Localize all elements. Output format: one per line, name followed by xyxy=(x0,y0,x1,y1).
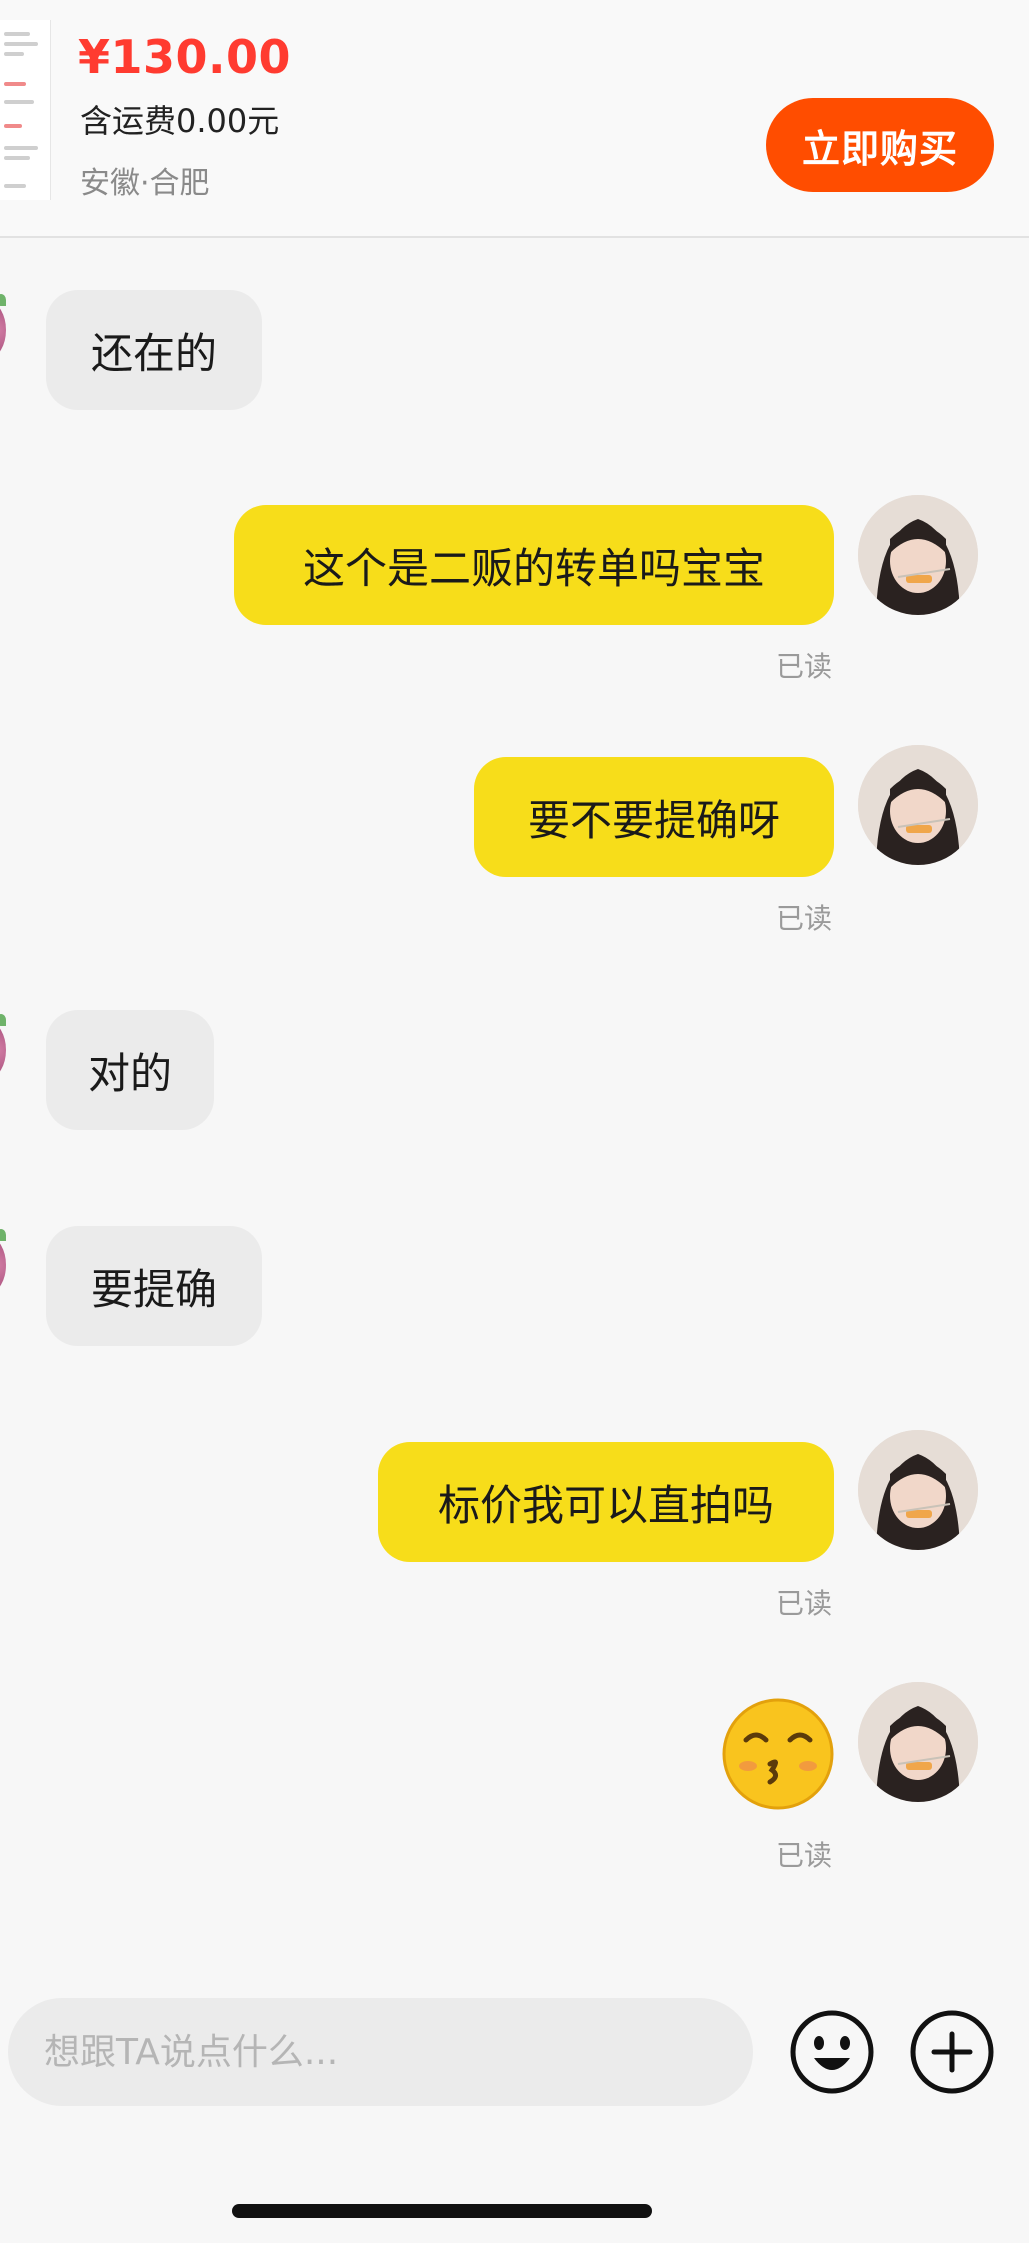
seller-avatar[interactable] xyxy=(0,294,6,358)
user-avatar-image xyxy=(858,745,978,865)
user-avatar-image xyxy=(858,1682,978,1802)
kissing-face-emoji-icon[interactable] xyxy=(720,1696,836,1812)
seller-avatar[interactable] xyxy=(0,1014,6,1078)
message-bubble-incoming[interactable]: 还在的 xyxy=(46,290,262,410)
read-receipt: 已读 xyxy=(776,1587,833,1620)
plus-circle-icon[interactable] xyxy=(908,2008,996,2096)
user-avatar-image xyxy=(858,1430,978,1550)
read-receipt: 已读 xyxy=(776,902,833,935)
message-bubble-outgoing[interactable]: 标价我可以直拍吗 xyxy=(378,1442,834,1562)
message-bubble-incoming[interactable]: 要提确 xyxy=(46,1226,262,1346)
buy-now-button[interactable]: 立即购买 xyxy=(766,98,994,192)
message-bubble-incoming[interactable]: 对的 xyxy=(46,1010,214,1130)
user-avatar[interactable] xyxy=(858,1682,978,1802)
shipping-info: 含运费0.00元 xyxy=(80,102,280,140)
home-indicator[interactable] xyxy=(232,2204,652,2218)
product-header: ¥130.00 含运费0.00元 安徽·合肥 立即购买 xyxy=(0,0,1029,238)
product-price: ¥130.00 xyxy=(78,30,292,84)
read-receipt: 已读 xyxy=(776,1839,833,1872)
user-avatar-image xyxy=(858,495,978,615)
message-bubble-outgoing[interactable]: 要不要提确呀 xyxy=(474,757,834,877)
seller-avatar[interactable] xyxy=(0,1229,6,1293)
message-bubble-outgoing[interactable]: 这个是二贩的转单吗宝宝 xyxy=(234,505,834,625)
user-avatar[interactable] xyxy=(858,495,978,615)
seller-location: 安徽·合肥 xyxy=(80,166,210,201)
product-thumbnail[interactable] xyxy=(0,20,51,200)
user-avatar[interactable] xyxy=(858,745,978,865)
message-input-container[interactable] xyxy=(8,1998,753,2106)
message-input[interactable] xyxy=(42,2030,753,2074)
smiley-face-icon[interactable] xyxy=(788,2008,876,2096)
read-receipt: 已读 xyxy=(776,650,833,683)
user-avatar[interactable] xyxy=(858,1430,978,1550)
